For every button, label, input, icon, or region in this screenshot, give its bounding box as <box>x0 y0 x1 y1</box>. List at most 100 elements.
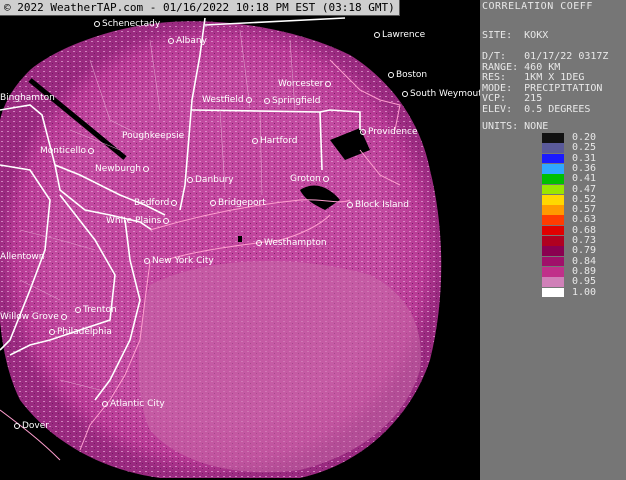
city-name: New York City <box>152 256 214 266</box>
city-name: Westfield <box>202 95 244 105</box>
city-name: Atlantic City <box>110 399 165 409</box>
legend-value: 1.00 <box>572 286 597 298</box>
vcp-value: 215 <box>524 93 543 104</box>
city-label: New York City <box>142 256 214 266</box>
city-marker-icon <box>187 176 193 183</box>
city-label: Poughkeepsie <box>122 131 184 141</box>
legend-swatch <box>542 215 564 226</box>
legend-swatch <box>542 246 564 257</box>
legend-swatch <box>542 174 564 184</box>
legend-swatch <box>542 266 564 277</box>
legend-swatch <box>542 225 564 236</box>
city-label: Trenton <box>73 305 117 315</box>
city-label: Bridgeport <box>208 198 266 208</box>
legend-value: 0.95 <box>572 276 597 288</box>
legend-value: 0.25 <box>572 142 597 154</box>
city-label: South Weymouth <box>400 89 480 99</box>
city-marker-icon <box>402 90 408 97</box>
legend-swatch <box>542 163 564 174</box>
city-marker-icon <box>322 175 329 182</box>
city-name: Schenectady <box>102 19 161 29</box>
city-name: Bedford <box>134 198 170 208</box>
city-marker-icon <box>102 400 108 407</box>
legend-swatch <box>542 205 564 215</box>
dt-label: D/T: <box>482 51 507 62</box>
city-marker-icon <box>264 97 270 104</box>
city-name: Providence <box>368 127 418 137</box>
copyright-banner: © 2022 WeatherTAP.com - 01/16/2022 10:18… <box>0 0 400 16</box>
city-name: Danbury <box>195 175 234 185</box>
res-value: 1KM X 1DEG <box>524 72 585 83</box>
elev-label: ELEV: <box>482 103 513 115</box>
dt-value: 01/17/22 0317Z <box>524 51 609 62</box>
city-marker-icon <box>144 257 150 264</box>
city-name: Dover <box>22 421 49 431</box>
city-name: Groton <box>290 174 321 184</box>
info-panel: CORRELATION COEFF SITE: KOKX D/T: 01/17/… <box>480 0 626 480</box>
city-marker-icon <box>347 201 353 208</box>
city-name: Hartford <box>260 136 298 146</box>
city-marker-icon <box>75 306 81 313</box>
city-label: Willow Grove <box>0 312 69 322</box>
city-label: Groton <box>290 174 331 184</box>
legend-swatch <box>542 277 564 287</box>
city-label: Binghamton <box>0 93 55 103</box>
city-marker-icon <box>94 20 100 27</box>
city-label: Providence <box>358 127 418 137</box>
legend-value: 0.79 <box>572 245 597 257</box>
legend-value: 0.47 <box>572 183 597 195</box>
city-label: Allentown <box>0 252 45 262</box>
city-name: Lawrence <box>382 30 426 40</box>
legend-swatch <box>542 194 564 205</box>
city-marker-icon <box>168 37 174 44</box>
city-label: Boston <box>386 70 427 80</box>
ocean-echo <box>138 261 421 473</box>
city-name: Boston <box>396 70 428 80</box>
city-name: White Plains <box>106 216 162 226</box>
radar-map[interactable]: © 2022 WeatherTAP.com - 01/16/2022 10:18… <box>0 0 480 480</box>
city-name: Philadelphia <box>57 327 112 337</box>
legend-swatch <box>542 153 564 164</box>
range-value: 460 KM <box>524 61 561 73</box>
city-name: Allentown <box>0 252 45 262</box>
city-name: Worcester <box>278 79 324 89</box>
elev-value: 0.5 DEGREES <box>524 103 591 115</box>
elev-row: ELEV: 0.5 DEGREES <box>482 103 591 116</box>
legend-swatch <box>542 236 564 246</box>
city-marker-icon <box>14 422 20 429</box>
city-label: Danbury <box>185 175 234 185</box>
site-value: KOKX <box>524 30 549 41</box>
city-label: Lawrence <box>372 30 425 40</box>
city-marker-icon <box>388 71 394 78</box>
units-value: NONE <box>524 121 549 132</box>
city-name: Monticello <box>40 146 86 156</box>
site-label: SITE: <box>482 30 513 41</box>
city-name: Newburgh <box>95 164 142 174</box>
city-marker-icon <box>143 165 150 172</box>
city-label: Springfield <box>262 96 320 106</box>
mode-value: PRECIPITATION <box>524 82 603 94</box>
city-label: Hartford <box>250 136 297 146</box>
city-label: Philadelphia <box>47 327 112 337</box>
city-marker-icon <box>60 313 67 320</box>
city-label: Monticello <box>40 146 96 156</box>
city-label: Worcester <box>278 79 333 89</box>
city-marker-icon <box>256 239 262 246</box>
city-name: Block Island <box>355 200 409 210</box>
units-label: UNITS: <box>482 121 519 132</box>
city-marker-icon <box>88 147 94 154</box>
city-label: Westfield <box>202 95 254 105</box>
legend-swatch <box>542 256 564 267</box>
city-marker-icon <box>374 31 380 38</box>
city-marker-icon <box>252 137 258 144</box>
city-marker-icon <box>245 96 252 103</box>
city-name: Poughkeepsie <box>122 131 185 141</box>
city-name: Bridgeport <box>218 198 266 208</box>
city-marker-icon <box>163 217 170 224</box>
legend-value: 0.63 <box>572 214 597 226</box>
legend-swatch <box>542 287 564 298</box>
city-label: Atlantic City <box>100 399 165 409</box>
product-title: CORRELATION COEFF <box>482 1 593 12</box>
vcp-label: VCP: <box>482 93 507 104</box>
city-label: Westhampton <box>254 238 327 248</box>
